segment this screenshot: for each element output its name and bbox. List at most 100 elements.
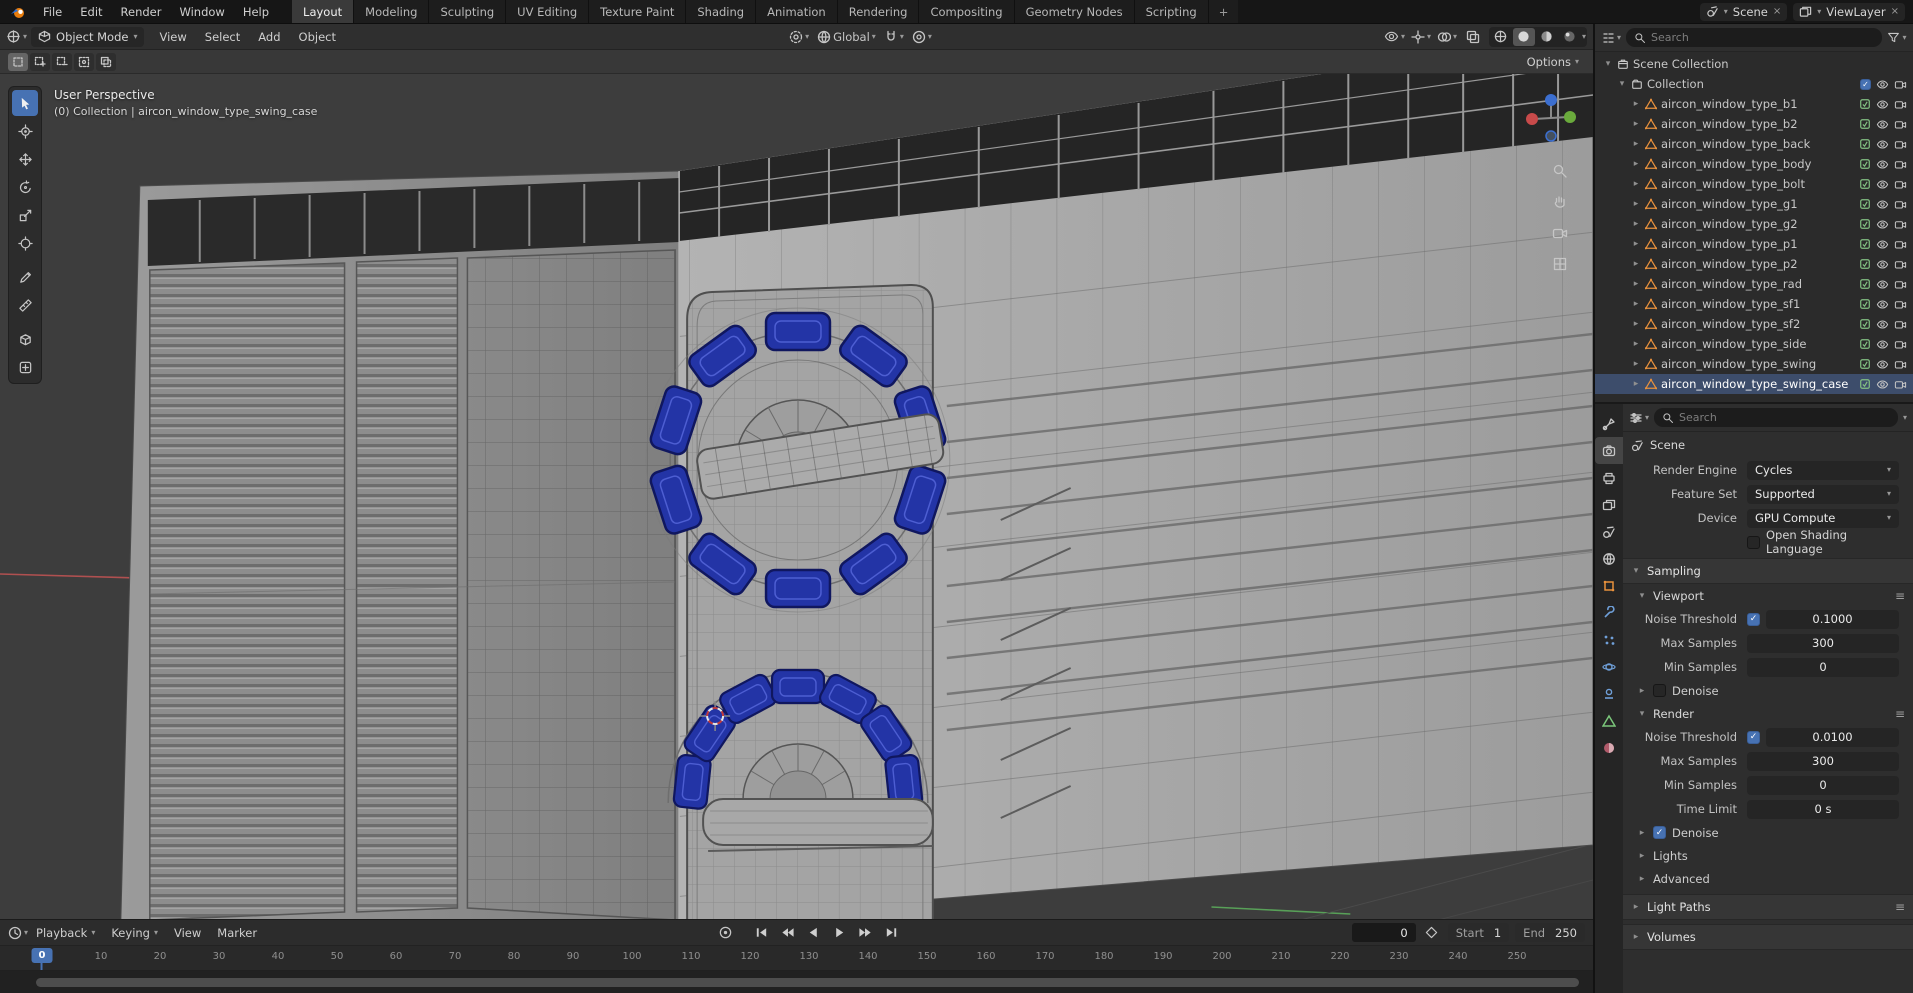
- jump-start-button[interactable]: [749, 923, 773, 943]
- tab-scene[interactable]: [1595, 518, 1623, 545]
- topbar-menu[interactable]: Help: [234, 0, 278, 23]
- snap-toggle[interactable]: ▾: [884, 27, 904, 47]
- shading-rendered-button[interactable]: [1559, 28, 1581, 46]
- zoom-icon[interactable]: [1549, 160, 1571, 182]
- filter-icon[interactable]: ▾: [1887, 28, 1907, 48]
- disable-render-icon[interactable]: [1894, 339, 1907, 350]
- jump-end-button[interactable]: [879, 923, 903, 943]
- selectable-toggle-icon[interactable]: [1859, 378, 1871, 390]
- select-mode-extend-button[interactable]: [30, 52, 50, 71]
- hide-viewport-icon[interactable]: [1876, 119, 1889, 130]
- selectable-toggle-icon[interactable]: [1859, 278, 1871, 290]
- lights-subpanel-header[interactable]: ▸ Lights: [1623, 844, 1913, 867]
- preset-menu-icon[interactable]: ≡: [1895, 900, 1905, 914]
- select-box-tool[interactable]: [12, 90, 38, 116]
- tab-tool[interactable]: [1595, 410, 1623, 437]
- object-visibility-dropdown[interactable]: ▾: [1384, 27, 1405, 47]
- timeline-editor-type-button[interactable]: ▾: [8, 923, 28, 943]
- shading-solid-button[interactable]: [1512, 27, 1535, 46]
- chevron-down-icon[interactable]: ▾: [1903, 413, 1907, 422]
- disable-render-icon[interactable]: [1894, 299, 1907, 310]
- workspace-tab[interactable]: UV Editing: [506, 0, 590, 23]
- add-cube-tool[interactable]: [12, 326, 38, 352]
- hide-viewport-icon[interactable]: [1876, 259, 1889, 270]
- hide-viewport-icon[interactable]: [1876, 139, 1889, 150]
- hide-viewport-icon[interactable]: [1876, 99, 1889, 110]
- frame-end-field[interactable]: End 250: [1515, 923, 1585, 942]
- editor-type-button[interactable]: ▾: [6, 27, 27, 47]
- hide-viewport-icon[interactable]: [1876, 379, 1889, 390]
- disable-render-icon[interactable]: [1894, 259, 1907, 270]
- viewport-3d[interactable]: User Perspective (0) Collection | aircon…: [0, 74, 1593, 919]
- viewport-denoise-checkbox[interactable]: [1653, 684, 1666, 697]
- expand-icon[interactable]: ▸: [1631, 359, 1641, 369]
- shading-material-button[interactable]: [1536, 28, 1558, 46]
- hide-viewport-icon[interactable]: [1876, 179, 1889, 190]
- gizmo-x-axis[interactable]: [1526, 113, 1538, 125]
- viewport-menu[interactable]: Object: [290, 30, 345, 44]
- disable-render-icon[interactable]: [1894, 179, 1907, 190]
- properties-editor-type-button[interactable]: ▾: [1629, 408, 1649, 428]
- gizmo-dropdown[interactable]: ▾: [1411, 27, 1431, 47]
- render-noise-threshold-checkbox[interactable]: ✓: [1747, 730, 1760, 744]
- gizmo-z-axis[interactable]: [1545, 94, 1557, 106]
- selectable-toggle-icon[interactable]: [1859, 138, 1871, 150]
- tab-constraints[interactable]: [1595, 680, 1623, 707]
- select-mode-set-button[interactable]: [8, 52, 28, 71]
- expand-icon[interactable]: ▸: [1631, 279, 1641, 289]
- expand-icon[interactable]: ▾: [1617, 79, 1627, 89]
- measure-tool[interactable]: [12, 292, 38, 318]
- disable-render-icon[interactable]: [1894, 219, 1907, 230]
- hide-viewport-icon[interactable]: [1876, 239, 1889, 250]
- add-workspace-button[interactable]: +: [1208, 0, 1239, 23]
- disable-render-icon[interactable]: [1894, 79, 1907, 90]
- xray-toggle[interactable]: [1463, 27, 1483, 47]
- select-mode-subtract-button[interactable]: [52, 52, 72, 71]
- unlink-scene-icon[interactable]: ×: [1773, 6, 1781, 17]
- topbar-menu[interactable]: Render: [112, 0, 171, 23]
- topbar-menu[interactable]: Window: [170, 0, 233, 23]
- viewport-denoise-header[interactable]: ▸ Denoise: [1623, 679, 1913, 702]
- marker-menu[interactable]: Marker: [209, 926, 265, 940]
- workspace-tab[interactable]: Geometry Nodes: [1014, 0, 1135, 23]
- cursor-tool[interactable]: [12, 118, 38, 144]
- outliner-object-row[interactable]: ▸ aircon_window_type_sf2: [1595, 314, 1913, 334]
- tab-view-layer[interactable]: [1595, 491, 1623, 518]
- outliner-object-row[interactable]: ▸ aircon_window_type_back: [1595, 134, 1913, 154]
- proportional-editing-dropdown[interactable]: ▾: [912, 27, 932, 47]
- timeline-ruler[interactable]: 0 10 20 30 40 50 60 70 80 90 100 110 120 130 140 150 160…: [0, 946, 1593, 971]
- blender-logo-icon[interactable]: [0, 0, 34, 23]
- expand-icon[interactable]: ▸: [1631, 139, 1641, 149]
- viewlayer-selector[interactable]: ▾ ViewLayer ×: [1793, 2, 1905, 21]
- collection-exclude-checkbox[interactable]: ✓: [1860, 78, 1871, 90]
- viewport-menu[interactable]: View: [150, 30, 195, 44]
- current-frame-field[interactable]: 0: [1351, 923, 1416, 942]
- render-denoise-header[interactable]: ▸ ✓ Denoise: [1623, 821, 1913, 844]
- play-button[interactable]: [827, 923, 851, 943]
- select-mode-invert-button[interactable]: [74, 52, 94, 71]
- expand-icon[interactable]: ▸: [1631, 299, 1641, 309]
- keying-set-icon[interactable]: [1422, 923, 1442, 943]
- render-noise-threshold-field[interactable]: 0.0100: [1766, 727, 1899, 747]
- navigation-gizmo[interactable]: [1523, 90, 1579, 146]
- tab-particles[interactable]: [1595, 626, 1623, 653]
- shading-dropdown-icon[interactable]: ▾: [1582, 32, 1586, 41]
- topbar-menu[interactable]: Edit: [71, 0, 111, 23]
- remove-viewlayer-icon[interactable]: ×: [1891, 6, 1899, 17]
- expand-icon[interactable]: ▸: [1631, 339, 1641, 349]
- mode-dropdown[interactable]: Object Mode ▾: [31, 26, 145, 47]
- viewport-menu[interactable]: Select: [196, 30, 249, 44]
- outliner-object-row[interactable]: ▸ aircon_window_type_p2: [1595, 254, 1913, 274]
- auto-keying-button[interactable]: [713, 923, 737, 943]
- selectable-toggle-icon[interactable]: [1859, 238, 1871, 250]
- transform-tool[interactable]: [12, 230, 38, 256]
- scale-tool[interactable]: [12, 202, 38, 228]
- hide-viewport-icon[interactable]: [1876, 79, 1889, 90]
- viewport-subpanel-header[interactable]: ▾ Viewport ≡: [1623, 584, 1913, 607]
- render-min-samples-field[interactable]: 0: [1747, 775, 1899, 795]
- disable-render-icon[interactable]: [1894, 119, 1907, 130]
- workspace-tab[interactable]: Layout: [292, 0, 355, 23]
- selectable-toggle-icon[interactable]: [1859, 118, 1871, 130]
- play-reverse-button[interactable]: [801, 923, 825, 943]
- disable-render-icon[interactable]: [1894, 159, 1907, 170]
